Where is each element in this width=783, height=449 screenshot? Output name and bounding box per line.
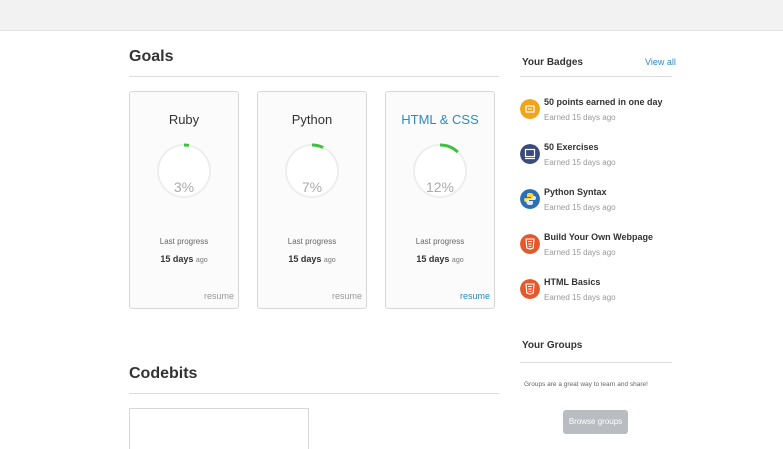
goal-percent: 3%: [173, 179, 195, 195]
python-badge-icon: [520, 189, 540, 209]
groups-divider: [520, 362, 672, 363]
points-badge-icon: [520, 99, 540, 119]
badge-item[interactable]: Python Syntax Earned 15 days ago: [520, 187, 680, 223]
goal-percent: 12%: [425, 179, 455, 195]
last-progress-ago: ago: [195, 257, 208, 264]
last-progress-label: Last progress: [159, 237, 209, 246]
resume-link[interactable]: resume: [460, 291, 490, 301]
badge-earned-date: Earned 15 days ago: [544, 203, 616, 212]
last-progress-days: 15 days: [416, 254, 450, 264]
last-progress-value: 15 days ago: [130, 254, 238, 264]
groups-description: Groups are a great way to learn and shar…: [524, 381, 648, 388]
badge-earned-date: Earned 15 days ago: [544, 293, 616, 302]
top-navigation-bar: [0, 0, 783, 31]
exercises-badge-icon: [520, 144, 540, 164]
goal-course-name: Python: [291, 112, 333, 127]
last-progress-value: 15 days ago: [258, 254, 366, 264]
codebits-heading: Codebits: [129, 365, 198, 382]
badges-divider: [520, 76, 672, 77]
goal-percent: 7%: [301, 179, 323, 195]
groups-heading: Your Groups: [522, 340, 583, 351]
browse-groups-button[interactable]: Browse groups: [563, 410, 628, 434]
resume-link[interactable]: resume: [332, 291, 362, 301]
badge-title: HTML Basics: [544, 277, 601, 287]
badge-item[interactable]: Build Your Own Webpage Earned 15 days ag…: [520, 232, 680, 268]
badge-item[interactable]: 50 points earned in one day Earned 15 da…: [520, 97, 680, 133]
last-progress-label: Last progress: [287, 237, 337, 246]
goals-divider: [129, 76, 499, 77]
html5-badge-icon: [520, 234, 540, 254]
goal-card-python[interactable]: Python 7% Last progress 15 days ago resu…: [257, 91, 367, 309]
resume-link[interactable]: resume: [204, 291, 234, 301]
goal-card-html-css[interactable]: HTML & CSS 12% Last progress 15 days ago…: [385, 91, 495, 309]
codebits-divider: [129, 393, 499, 394]
badge-earned-date: Earned 15 days ago: [544, 248, 616, 257]
goal-card-ruby[interactable]: Ruby 3% Last progress 15 days ago resume: [129, 91, 239, 309]
badge-earned-date: Earned 15 days ago: [544, 113, 616, 122]
goal-course-name: Ruby: [168, 112, 200, 127]
badge-title: Build Your Own Webpage: [544, 232, 654, 242]
badge-title: Python Syntax: [544, 187, 607, 197]
goals-heading: Goals: [129, 48, 174, 65]
badge-title: 50 points earned in one day: [544, 97, 663, 107]
html5-badge-icon: [520, 279, 540, 299]
last-progress-days: 15 days: [288, 254, 322, 264]
last-progress-label: Last progress: [415, 237, 465, 246]
last-progress-ago: ago: [451, 257, 464, 264]
badge-item[interactable]: 50 Exercises Earned 15 days ago: [520, 142, 680, 178]
badge-item[interactable]: HTML Basics Earned 15 days ago: [520, 277, 680, 313]
view-all-badges-link[interactable]: View all: [645, 57, 676, 67]
badges-heading: Your Badges: [522, 57, 583, 68]
goal-course-name: HTML & CSS: [401, 112, 479, 127]
last-progress-value: 15 days ago: [386, 254, 494, 264]
codebit-card[interactable]: [129, 408, 309, 449]
badge-earned-date: Earned 15 days ago: [544, 158, 616, 167]
last-progress-ago: ago: [323, 257, 336, 264]
badge-title: 50 Exercises: [544, 142, 599, 152]
last-progress-days: 15 days: [160, 254, 194, 264]
